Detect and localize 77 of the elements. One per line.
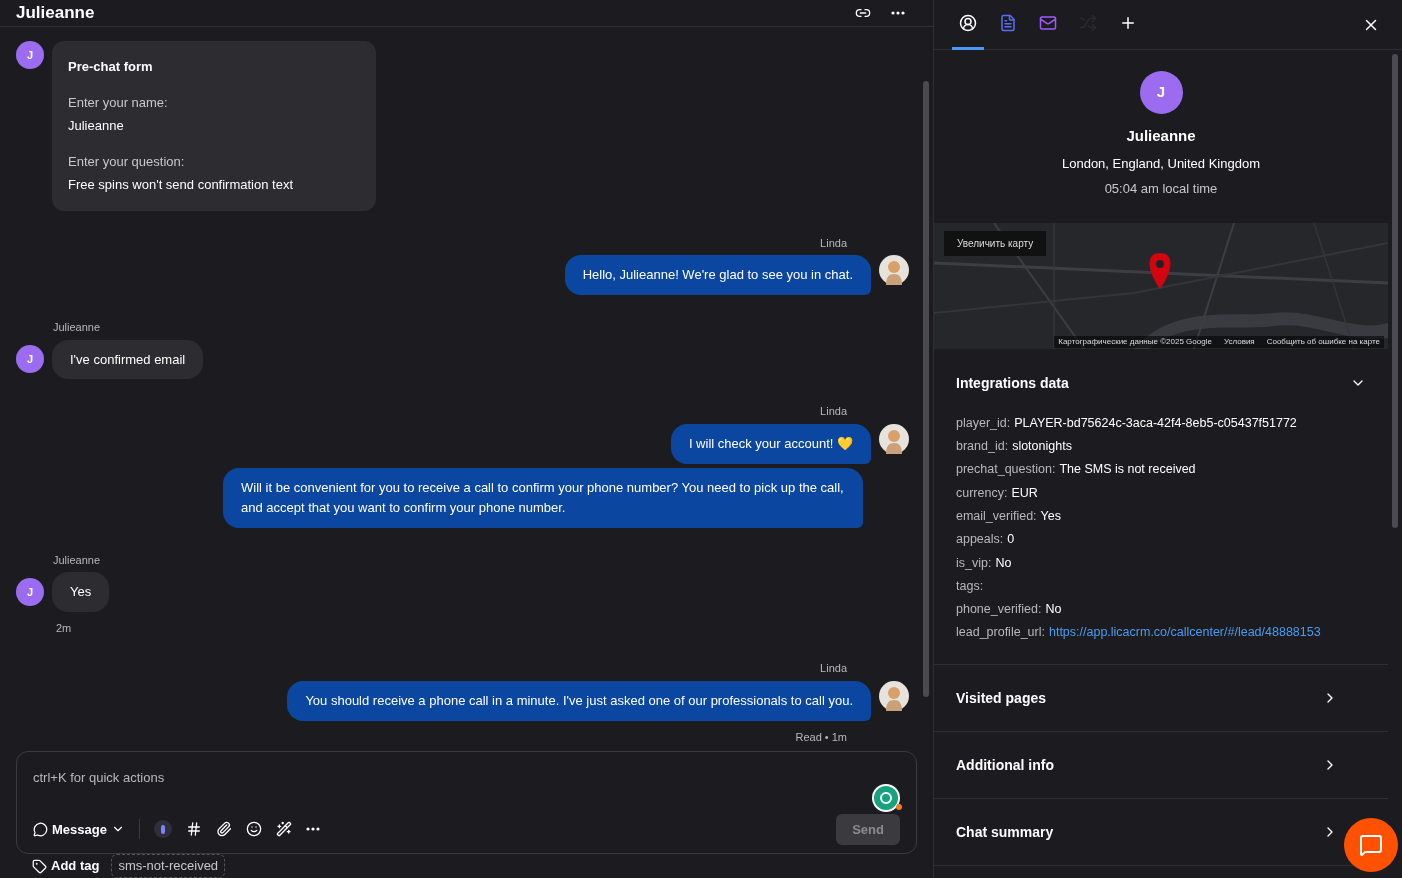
tag-chip[interactable]: sms-not-received bbox=[111, 854, 226, 878]
agent-avatar bbox=[879, 423, 909, 454]
form-value: Free spins won't send confirmation text bbox=[68, 176, 295, 195]
field-key: lead_profile_url: bbox=[956, 623, 1045, 643]
field-key: is_vip: bbox=[956, 553, 992, 573]
field-key: tags: bbox=[956, 576, 984, 596]
author-name: Julieanne bbox=[53, 552, 101, 568]
form-label: Enter your question: bbox=[68, 152, 186, 171]
mail-icon bbox=[1039, 14, 1057, 32]
field-value: slotonights bbox=[1012, 438, 1072, 456]
section-header[interactable]: Additional info bbox=[934, 732, 1338, 799]
field-key: currency: bbox=[956, 483, 1008, 503]
section-header[interactable]: Integrations data bbox=[956, 372, 1366, 394]
ai-icon[interactable] bbox=[153, 820, 172, 839]
form-label: Enter your name: bbox=[68, 93, 169, 112]
map-attribution: Картографические данные ©2025 Google bbox=[1058, 335, 1212, 348]
chat-bubble-icon bbox=[1359, 833, 1383, 857]
agent-avatar bbox=[879, 680, 909, 711]
field-value: PLAYER-bd75624c-3aca-42f4-8eb5-c05437f51772 bbox=[1014, 414, 1297, 432]
form-value: Julieanne bbox=[68, 117, 125, 136]
message-time: 2m bbox=[56, 620, 72, 636]
map-attribution[interactable]: Сообщить об ошибке на карте bbox=[1266, 335, 1380, 348]
read-status: Read • 1m bbox=[795, 729, 847, 745]
more-icon[interactable] bbox=[305, 827, 320, 832]
field-key: brand_id: bbox=[956, 437, 1009, 456]
author-name: Julieanne bbox=[53, 320, 101, 336]
avatar: J bbox=[16, 345, 44, 374]
agent-message: Will it be convenient for you to receive a call to confirm your phone number? You need to pick up the call, and accept that you want to confirm your phone number. bbox=[223, 467, 863, 528]
agent-message: Hello, Julieanne! We're glad to see you in chat. bbox=[564, 255, 871, 296]
enlarge-map-button[interactable]: Увеличить карту bbox=[944, 230, 1047, 256]
emoji-icon bbox=[245, 821, 262, 838]
author-name: Linda bbox=[820, 661, 847, 677]
visitor-message: Yes bbox=[52, 572, 110, 612]
profile-name: Julieanne bbox=[1126, 126, 1196, 146]
map-attribution[interactable]: Условия bbox=[1223, 335, 1255, 348]
more-icon[interactable] bbox=[891, 11, 905, 16]
field-value: Yes bbox=[1040, 507, 1061, 525]
message-mode-button[interactable]: Message bbox=[33, 819, 125, 840]
chat-title: Julieanne bbox=[16, 2, 96, 25]
magic-wand-icon bbox=[275, 821, 292, 838]
visitor-message: I've confirmed email bbox=[52, 339, 204, 380]
profile-location: London, England, United Kingdom bbox=[1061, 154, 1260, 173]
field-key: phone_verified: bbox=[956, 600, 1042, 619]
field-value: No bbox=[995, 554, 1012, 572]
profile-icon bbox=[959, 14, 977, 32]
profile-link[interactable]: https://app.licacrm.co/callcenter/#/lead/48888153 bbox=[1048, 623, 1321, 643]
message-input[interactable]: ctrl+K for quick actions bbox=[33, 768, 900, 788]
avatar: J bbox=[16, 41, 44, 70]
field-key: appeals: bbox=[956, 530, 1004, 549]
section-header[interactable]: Chat summary bbox=[934, 799, 1338, 866]
agent-avatar bbox=[879, 255, 909, 286]
author-name: Linda bbox=[820, 235, 847, 251]
section-header[interactable]: Visited pages bbox=[934, 665, 1338, 732]
field-value: EUR bbox=[1011, 484, 1038, 502]
attachment-icon bbox=[215, 821, 232, 838]
agent-message: I will check your account! 💛 bbox=[670, 423, 871, 464]
document-icon bbox=[999, 14, 1017, 32]
grammar-icon[interactable] bbox=[872, 783, 900, 812]
tag-icon bbox=[32, 858, 47, 874]
local-time: 05:04 am local time bbox=[1104, 180, 1218, 198]
author-name: Linda bbox=[820, 404, 847, 420]
profile-avatar: J bbox=[1139, 71, 1183, 114]
field-key: player_id: bbox=[956, 413, 1011, 433]
hash-icon bbox=[185, 821, 202, 838]
chat-widget-button[interactable] bbox=[1344, 818, 1398, 872]
add-icon bbox=[1119, 14, 1137, 32]
field-value: 0 bbox=[1007, 531, 1015, 549]
avatar: J bbox=[16, 577, 44, 606]
field-key: prechat_question: bbox=[956, 460, 1056, 480]
field-key: email_verified: bbox=[956, 506, 1037, 526]
chat-bubble-icon bbox=[33, 821, 48, 837]
field-value: The SMS is not received bbox=[1059, 461, 1196, 479]
form-title: Pre-chat form bbox=[68, 58, 154, 77]
field-value: No bbox=[1045, 601, 1062, 619]
add-tag-button[interactable]: Add tag bbox=[32, 856, 100, 876]
agent-message: You should receive a phone call in a minute. I've just asked one of our professionals to call you. bbox=[287, 680, 871, 721]
map[interactable]: Увеличить карту Картографические данные ©2025 Google Условия Сообщить об ошибке на карте bbox=[934, 222, 1388, 349]
